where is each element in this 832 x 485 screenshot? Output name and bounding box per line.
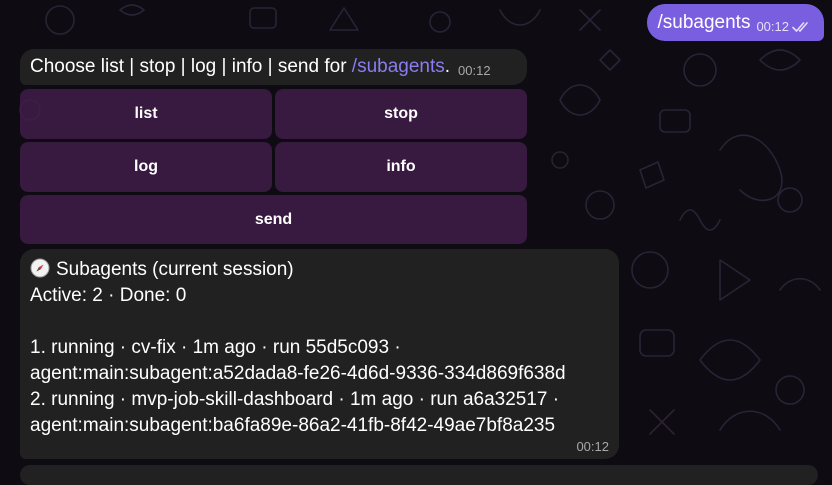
keyboard-button-stop[interactable]: stop (275, 89, 527, 139)
subagents-title: Subagents (current session) (56, 259, 294, 280)
bot-prompt-message[interactable]: Choose list | stop | log | info | send f… (20, 49, 527, 85)
subagent-row-2-id: agent:main:subagent:ba6fa89e-86a2-41fb-8… (30, 415, 556, 436)
subagents-list-message[interactable]: Subagents (current session) Active: 2 · … (20, 249, 619, 459)
subagent-row-1-id: agent:main:subagent:a52dada8-fe26-4d6d-9… (30, 363, 566, 384)
double-check-icon (792, 21, 808, 32)
keyboard-button-info[interactable]: info (275, 142, 527, 192)
next-message-partial (20, 465, 818, 485)
outgoing-message-meta: 00:12 (756, 19, 812, 34)
keyboard-button-log[interactable]: log (20, 142, 272, 192)
outgoing-message-time: 00:12 (756, 19, 789, 34)
bot-prompt-text: Choose list | stop | log | info | send f… (30, 56, 450, 78)
bot-prompt-time: 00:12 (458, 63, 491, 78)
subagents-command-link[interactable]: /subagents (352, 56, 445, 77)
compass-icon (30, 258, 50, 278)
subagents-summary: Active: 2 · Done: 0 (30, 285, 187, 306)
keyboard-button-send[interactable]: send (20, 195, 527, 244)
keyboard-button-list[interactable]: list (20, 89, 272, 139)
outgoing-message[interactable]: /subagents 00:12 (647, 4, 824, 41)
bot-prompt-prefix: Choose list | stop | log | info | send f… (30, 56, 352, 77)
subagent-row-2-status: 2. running · mvp-job-skill-dashboard · 1… (30, 389, 560, 410)
bot-prompt-suffix: . (444, 56, 451, 77)
subagents-list-time: 00:12 (576, 439, 609, 454)
subagents-title-line: Subagents (current session) (30, 257, 609, 283)
outgoing-message-text: /subagents (657, 11, 751, 33)
subagent-row-1-status: 1. running · cv-fix · 1m ago · run 55d5c… (30, 337, 401, 358)
